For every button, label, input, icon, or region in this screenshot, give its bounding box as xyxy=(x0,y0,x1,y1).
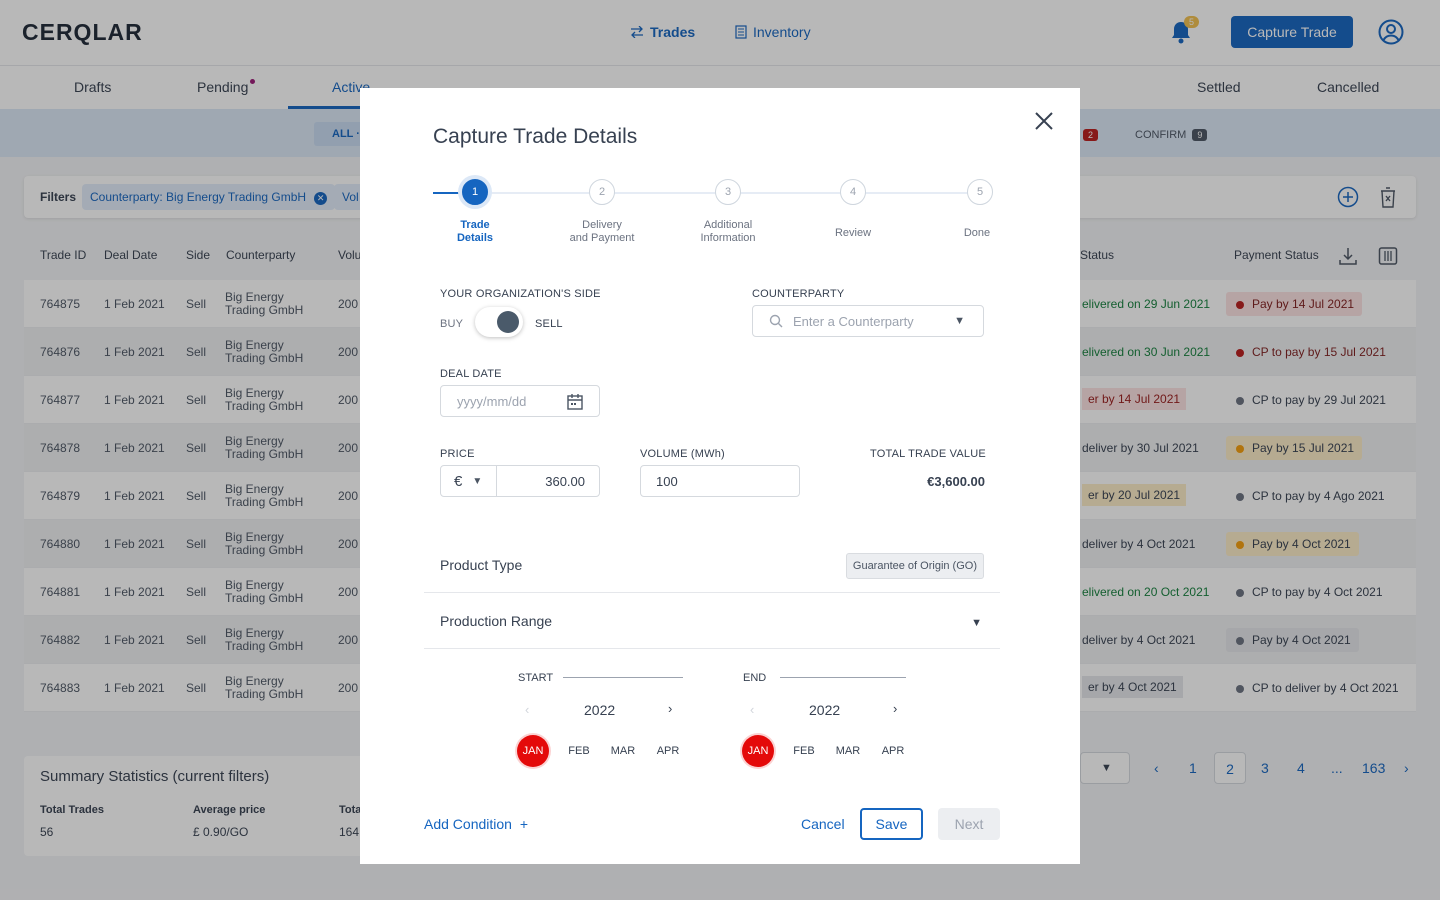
step-5-label: Done xyxy=(963,227,991,239)
start-month-mar[interactable]: MAR xyxy=(607,735,639,767)
prev-year-icon[interactable]: ‹ xyxy=(525,702,529,717)
next-year-icon[interactable]: › xyxy=(668,701,672,716)
save-button[interactable]: Save xyxy=(860,808,923,840)
step-1-label: Trade Details xyxy=(456,219,494,244)
chevron-down-icon[interactable]: ▼ xyxy=(971,617,982,629)
product-type-badge: Guarantee of Origin (GO) xyxy=(845,553,984,579)
end-month-feb[interactable]: FEB xyxy=(788,735,820,767)
calendar-icon[interactable] xyxy=(567,393,583,410)
step-1[interactable]: 1 xyxy=(462,179,488,205)
counterparty-label: COUNTERPARTY xyxy=(752,288,845,300)
close-icon[interactable] xyxy=(1033,110,1055,132)
price-label: PRICE xyxy=(440,448,475,460)
start-year: 2022 xyxy=(584,702,616,718)
buy-label: BUY xyxy=(440,318,464,330)
next-button[interactable]: Next xyxy=(938,808,1000,840)
volume-input[interactable]: 100 xyxy=(640,465,800,497)
currency-symbol: € xyxy=(454,472,463,490)
deal-date-label: DEAL DATE xyxy=(440,368,502,380)
stepper-progress xyxy=(433,192,463,194)
counterparty-select[interactable]: Enter a Counterparty ▼ xyxy=(752,305,984,337)
step-2[interactable]: 2 xyxy=(589,179,615,205)
price-input-group: € ▼ 360.00 xyxy=(440,465,600,497)
end-month-mar[interactable]: MAR xyxy=(832,735,864,767)
start-divider xyxy=(563,677,683,678)
currency-select[interactable]: € ▼ xyxy=(441,466,497,496)
step-3[interactable]: 3 xyxy=(715,179,741,205)
volume-label: VOLUME (MWh) xyxy=(640,448,725,460)
end-divider xyxy=(780,677,906,678)
step-3-label: Additional Information xyxy=(700,219,756,244)
counterparty-placeholder: Enter a Counterparty xyxy=(793,313,914,329)
product-type-row: Product Type Guarantee of Origin (GO) xyxy=(424,537,1000,593)
end-year: 2022 xyxy=(809,702,841,718)
end-label: END xyxy=(743,672,767,684)
modal-title: Capture Trade Details xyxy=(433,125,638,148)
search-icon xyxy=(769,314,783,328)
start-month-jan[interactable]: JAN xyxy=(517,735,549,767)
production-range-label: Production Range xyxy=(440,613,553,629)
production-range-row[interactable]: Production Range ▼ xyxy=(424,593,1000,649)
end-month-jan[interactable]: JAN xyxy=(742,735,774,767)
chevron-down-icon: ▼ xyxy=(472,475,483,487)
product-type-label: Product Type xyxy=(440,557,523,573)
total-trade-value: €3,600.00 xyxy=(927,474,985,489)
toggle-knob xyxy=(497,311,519,333)
sell-label: SELL xyxy=(535,318,563,330)
add-condition-label: Add Condition xyxy=(424,816,512,832)
step-4[interactable]: 4 xyxy=(840,179,866,205)
chevron-down-icon: ▼ xyxy=(954,315,965,327)
start-month-apr[interactable]: APR xyxy=(652,735,684,767)
add-condition-button[interactable]: Add Condition + xyxy=(424,816,528,832)
volume-value: 100 xyxy=(656,473,678,489)
side-label: YOUR ORGANIZATION'S SIDE xyxy=(440,288,601,300)
next-year-icon[interactable]: › xyxy=(893,701,897,716)
plus-icon: + xyxy=(519,816,529,832)
step-2-label: Delivery and Payment xyxy=(569,219,635,244)
price-input[interactable]: 360.00 xyxy=(545,474,585,489)
total-trade-value-label: TOTAL TRADE VALUE xyxy=(870,448,986,460)
step-4-label: Review xyxy=(834,227,872,239)
side-toggle[interactable] xyxy=(475,307,523,337)
deal-date-placeholder: yyyy/mm/dd xyxy=(457,393,527,409)
cancel-button[interactable]: Cancel xyxy=(801,816,845,832)
capture-trade-modal: Capture Trade Details 1 2 3 4 5 Trade De… xyxy=(360,88,1080,864)
start-month-feb[interactable]: FEB xyxy=(563,735,595,767)
start-label: START xyxy=(518,672,554,684)
step-5[interactable]: 5 xyxy=(967,179,993,205)
prev-year-icon[interactable]: ‹ xyxy=(750,702,754,717)
deal-date-input[interactable]: yyyy/mm/dd xyxy=(440,385,600,417)
end-month-apr[interactable]: APR xyxy=(877,735,909,767)
